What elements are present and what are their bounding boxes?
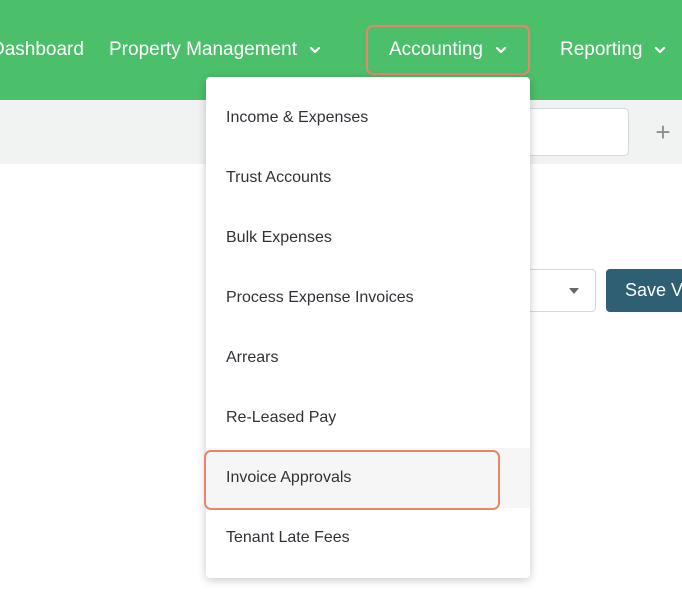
menu-item-tenant-late-fees[interactable]: Tenant Late Fees [206, 508, 530, 568]
menu-item-trust-accounts[interactable]: Trust Accounts [206, 148, 530, 208]
chevron-down-icon [654, 44, 666, 56]
menu-item-label: Trust Accounts [226, 169, 332, 186]
menu-item-label: Re-Leased Pay [226, 409, 337, 426]
accounting-dropdown-menu: Income & Expenses Trust Accounts Bulk Ex… [204, 77, 530, 578]
nav-item-label: Reporting [560, 39, 643, 60]
caret-down-icon [569, 288, 579, 294]
nav-item-label: Accounting [388, 39, 483, 60]
menu-item-label: Invoice Approvals [226, 469, 352, 486]
nav-item-dashboard[interactable]: Dashboard [0, 0, 84, 100]
add-button[interactable]: + [648, 112, 678, 152]
menu-item-invoice-approvals[interactable]: Invoice Approvals [204, 448, 530, 510]
menu-item-income-expenses[interactable]: Income & Expenses [206, 88, 530, 148]
plus-icon: + [655, 116, 671, 147]
menu-item-label: Arrears [226, 349, 279, 366]
chevron-down-icon [495, 44, 507, 56]
chevron-down-icon [309, 44, 321, 56]
menu-item-bulk-expenses[interactable]: Bulk Expenses [206, 208, 530, 268]
save-view-button[interactable]: Save View [606, 269, 682, 312]
save-view-label: Save View [625, 280, 682, 300]
menu-item-arrears[interactable]: Arrears [206, 328, 530, 388]
menu-item-label: Tenant Late Fees [226, 529, 350, 546]
menu-item-label: Bulk Expenses [226, 229, 332, 246]
menu-item-label: Process Expense Invoices [226, 289, 414, 306]
nav-item-label: Property Management [109, 39, 297, 60]
menu-item-label: Income & Expenses [226, 109, 369, 126]
nav-item-accounting[interactable]: Accounting [366, 25, 530, 75]
menu-item-process-expense-invoices[interactable]: Process Expense Invoices [206, 268, 530, 328]
nav-item-reporting[interactable]: Reporting [560, 0, 666, 100]
nav-item-label: Dashboard [0, 39, 84, 60]
menu-item-re-leased-pay[interactable]: Re-Leased Pay [206, 388, 530, 448]
